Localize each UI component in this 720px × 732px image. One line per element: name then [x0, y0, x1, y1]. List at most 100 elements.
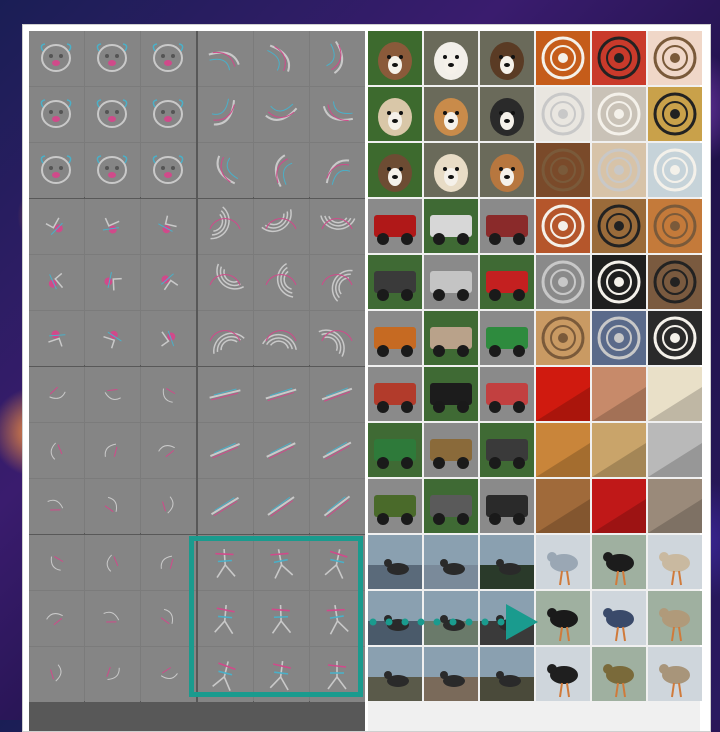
thumbnail-art [592, 479, 646, 533]
thumbnail-art [536, 591, 590, 645]
feature-cell [85, 143, 140, 198]
feature-glyph [106, 666, 120, 680]
thumbnail-art [424, 535, 478, 589]
feature-glyph [152, 155, 184, 184]
feature-group [29, 199, 196, 366]
thumbnail-art [592, 647, 646, 701]
thumbnail-art [592, 143, 646, 197]
thumbnail-art [368, 311, 422, 365]
image-thumbnail [536, 31, 590, 85]
thumbnail-art [424, 423, 478, 477]
image-thumbnail [424, 535, 478, 589]
thumbnail-art [424, 367, 478, 421]
thumbnail-art [368, 255, 422, 309]
feature-glyph [266, 442, 296, 459]
feature-cell [141, 199, 196, 254]
thumbnail-art [536, 367, 590, 421]
feature-group [198, 367, 365, 534]
feature-cell [254, 535, 309, 590]
feature-cell [85, 367, 140, 422]
image-thumbnail [480, 479, 534, 533]
feature-cell [141, 31, 196, 86]
feature-cell [85, 311, 140, 366]
feature-glyph [103, 330, 122, 349]
thumbnail-art [424, 255, 478, 309]
feature-glyph [265, 103, 298, 121]
feature-glyph [274, 154, 293, 188]
image-thumbnail [368, 31, 422, 85]
feature-glyph [271, 604, 292, 634]
feature-glyph [96, 99, 128, 128]
image-thumbnail [480, 199, 534, 253]
image-thumbnail [648, 535, 702, 589]
thumbnail-art [480, 479, 534, 533]
image-thumbnail [424, 367, 478, 421]
feature-cell [29, 591, 84, 646]
thumbnail-art [424, 31, 478, 85]
feature-cell [254, 255, 309, 310]
image-thumbnail [480, 311, 534, 365]
thumbnail-art [368, 535, 422, 589]
feature-glyph [214, 604, 235, 635]
feature-glyph [321, 269, 353, 302]
thumbnail-art [592, 535, 646, 589]
feature-cell [254, 367, 309, 422]
feature-cell [198, 647, 253, 702]
feature-cell [254, 647, 309, 702]
image-thumbnail [592, 87, 646, 141]
feature-cell [310, 367, 365, 422]
image-thumbnail [368, 255, 422, 309]
thumbnail-art [424, 647, 478, 701]
feature-cell [310, 31, 365, 86]
feature-group [198, 31, 365, 198]
feature-glyph [160, 555, 174, 569]
feature-cell [141, 87, 196, 142]
feature-glyph [104, 496, 117, 513]
image-thumbnail [424, 143, 478, 197]
thumbnail-art [536, 87, 590, 141]
feature-cell [310, 255, 365, 310]
thumbnail-art [592, 31, 646, 85]
feature-cell [29, 311, 84, 366]
feature-glyph [158, 445, 175, 458]
feature-glyph [323, 495, 351, 518]
feature-cell [141, 591, 196, 646]
thumbnail-art [648, 255, 702, 309]
feature-group [198, 199, 365, 366]
image-thumbnail [648, 31, 702, 85]
feature-cell [141, 311, 196, 366]
feature-glyph [160, 608, 173, 625]
feature-glyph [46, 613, 63, 626]
feature-glyph [216, 155, 239, 185]
feature-cell [198, 423, 253, 478]
feature-cell [310, 143, 365, 198]
thumbnail-art [536, 255, 590, 309]
thumbnail-art [648, 87, 702, 141]
image-thumbnail [368, 311, 422, 365]
thumbnail-art [592, 367, 646, 421]
feature-glyph [161, 330, 176, 347]
thumbnail-art [368, 143, 422, 197]
feature-cell [254, 143, 309, 198]
feature-glyph [48, 272, 64, 290]
feature-cell [254, 423, 309, 478]
feature-group [29, 31, 196, 198]
feature-cell [198, 255, 253, 310]
feature-cell [85, 87, 140, 142]
thumbnail-art [648, 479, 702, 533]
feature-cell [85, 31, 140, 86]
feature-glyph [210, 442, 240, 459]
slide [22, 24, 711, 732]
image-thumbnail [648, 311, 702, 365]
feature-glyph [209, 206, 241, 240]
thumbnail-art [536, 143, 590, 197]
image-thumbnail [536, 143, 590, 197]
thumbnail-art [480, 647, 534, 701]
feature-cell [29, 143, 84, 198]
feature-cell [29, 31, 84, 86]
feature-cell [310, 535, 365, 590]
thumbnail-art [592, 87, 646, 141]
feature-glyph [209, 330, 245, 354]
feature-cell [85, 423, 140, 478]
feature-glyph [103, 611, 120, 623]
